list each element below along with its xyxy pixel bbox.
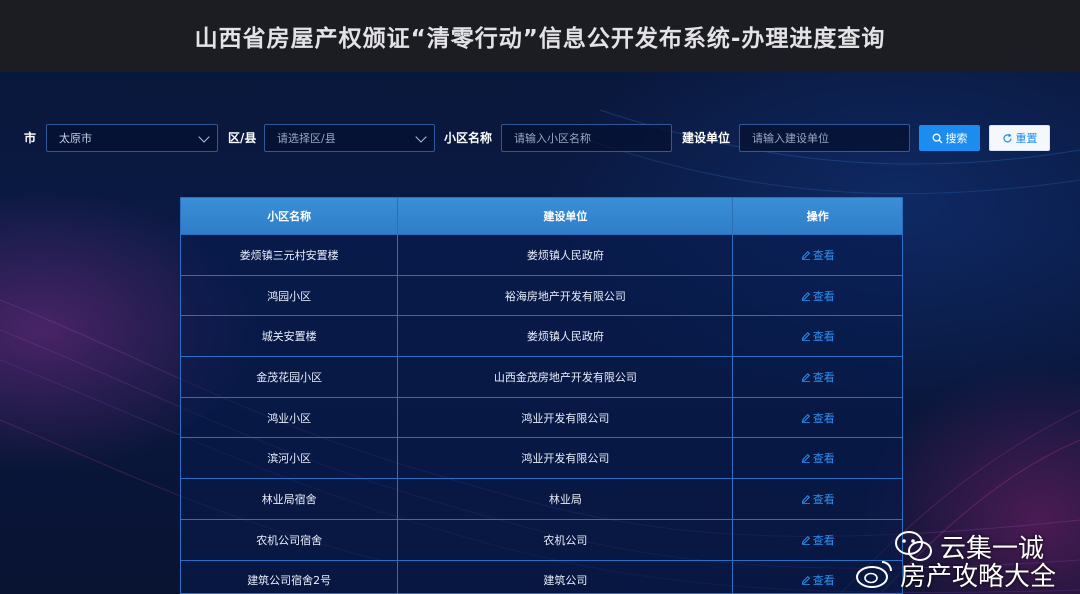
cell-community: 金茂花园小区: [181, 357, 399, 397]
builder-label: 建设单位: [682, 131, 731, 145]
chevron-down-icon: [198, 131, 210, 143]
cell-builder: 鸿业开发有限公司: [398, 438, 734, 479]
view-link-label: 查看: [812, 370, 835, 384]
view-link[interactable]: 查看: [733, 316, 902, 356]
reset-button-label: 重置: [1015, 132, 1038, 145]
district-select-placeholder: 请选择区/县: [277, 132, 336, 145]
cell-builder: 娄烦镇人民政府: [398, 316, 734, 357]
edit-icon: [801, 454, 810, 464]
cell-builder: 林业局: [398, 479, 734, 519]
watermark-line2: 房产攻略大全: [900, 562, 1057, 592]
table-row: 娄烦镇三元村安置楼 娄烦镇人民政府 查看: [181, 234, 902, 275]
edit-icon: [801, 332, 810, 342]
cell-builder: 建筑公司: [398, 560, 734, 593]
builder-input[interactable]: 请输入建设单位: [739, 124, 910, 152]
column-header-action: 操作: [806, 210, 829, 223]
view-link-label: 查看: [812, 492, 835, 506]
city-label: 市: [24, 131, 37, 145]
table-row: 农机公司宿舍 农机公司 查看: [181, 518, 902, 560]
page-header: 山西省房屋产权颁证“清零行动”信息公开发布系统-办理进度查询: [0, 0, 1080, 72]
table-row: 城关安置楼 娄烦镇人民政府 查看: [181, 315, 902, 357]
district-select[interactable]: 请选择区/县: [264, 124, 435, 152]
cell-community: 鸿业小区: [181, 397, 399, 438]
view-link-label: 查看: [812, 289, 835, 303]
cell-community: 农机公司宿舍: [181, 519, 399, 560]
refresh-icon: [1002, 133, 1012, 142]
table-row: 金茂花园小区 山西金茂房地产开发有限公司 查看: [181, 356, 902, 397]
cell-builder: 娄烦镇人民政府: [398, 235, 734, 275]
cell-builder: 裕海房地产开发有限公司: [398, 275, 734, 316]
table-header: 小区名称 建设单位 操作: [181, 198, 902, 234]
results-table: 小区名称 建设单位 操作 娄烦镇三元村安置楼 娄烦镇人民政府 查看 鸿园小区 裕海房地产…: [180, 197, 903, 594]
edit-icon: [801, 535, 810, 545]
cell-community: 城关安置楼: [181, 316, 399, 357]
cell-community: 娄烦镇三元村安置楼: [181, 235, 399, 275]
cell-builder: 鸿业开发有限公司: [398, 397, 734, 438]
table-row: 林业局宿舍 林业局 查看: [181, 478, 902, 519]
view-link[interactable]: 查看: [733, 479, 902, 519]
community-input-placeholder: 请输入小区名称: [514, 132, 591, 145]
edit-icon: [801, 372, 810, 382]
view-link[interactable]: 查看: [733, 398, 902, 438]
edit-icon: [801, 413, 810, 423]
cell-community: 林业局宿舍: [181, 479, 399, 519]
view-link[interactable]: 查看: [733, 276, 902, 316]
search-button-label: 搜索: [945, 132, 968, 145]
search-button[interactable]: 搜索: [919, 125, 980, 151]
city-select[interactable]: 太原市: [46, 124, 218, 152]
watermark: 云集一诚 房产攻略大全: [852, 528, 1080, 594]
column-header-builder: 建设单位: [398, 198, 734, 234]
view-link-label: 查看: [812, 411, 835, 425]
reset-button[interactable]: 重置: [989, 125, 1050, 151]
table-body: 娄烦镇三元村安置楼 娄烦镇人民政府 查看 鸿园小区 裕海房地产开发有限公司 查看 城关安置楼…: [181, 234, 902, 593]
edit-icon: [801, 291, 810, 301]
view-link[interactable]: 查看: [733, 438, 902, 478]
table-row: 滨河小区 鸿业开发有限公司 查看: [181, 437, 902, 479]
edit-icon: [801, 250, 810, 260]
cell-community: 滨河小区: [181, 438, 399, 479]
cell-community: 建筑公司宿舍2号: [181, 560, 399, 593]
community-label: 小区名称: [444, 131, 493, 145]
view-link-label: 查看: [812, 248, 835, 262]
edit-icon: [801, 576, 810, 586]
table-row: 建筑公司宿舍2号 建筑公司 查看: [181, 559, 902, 593]
cell-community: 鸿园小区: [181, 275, 399, 316]
view-link-label: 查看: [812, 452, 835, 466]
table-row: 鸿业小区 鸿业开发有限公司 查看: [181, 396, 902, 438]
cell-builder: 山西金茂房地产开发有限公司: [398, 357, 734, 397]
edit-icon: [801, 494, 810, 504]
weibo-icon: [856, 561, 892, 588]
view-link-label: 查看: [812, 330, 835, 344]
view-link[interactable]: 查看: [733, 235, 902, 275]
city-select-value: 太原市: [59, 132, 92, 145]
view-link-label: 查看: [812, 574, 835, 588]
community-input[interactable]: 请输入小区名称: [501, 124, 672, 152]
search-icon: [932, 133, 942, 143]
view-link[interactable]: 查看: [733, 357, 902, 397]
chevron-down-icon: [415, 131, 427, 143]
view-link-label: 查看: [812, 533, 835, 547]
district-label: 区/县: [228, 131, 257, 145]
column-header-community: 小区名称: [181, 198, 399, 234]
page-title: 山西省房屋产权颁证“清零行动”信息公开发布系统-办理进度查询: [194, 26, 886, 52]
builder-input-placeholder: 请输入建设单位: [752, 132, 829, 145]
cell-builder: 农机公司: [398, 519, 734, 560]
table-row: 鸿园小区 裕海房地产开发有限公司 查看: [181, 274, 902, 316]
